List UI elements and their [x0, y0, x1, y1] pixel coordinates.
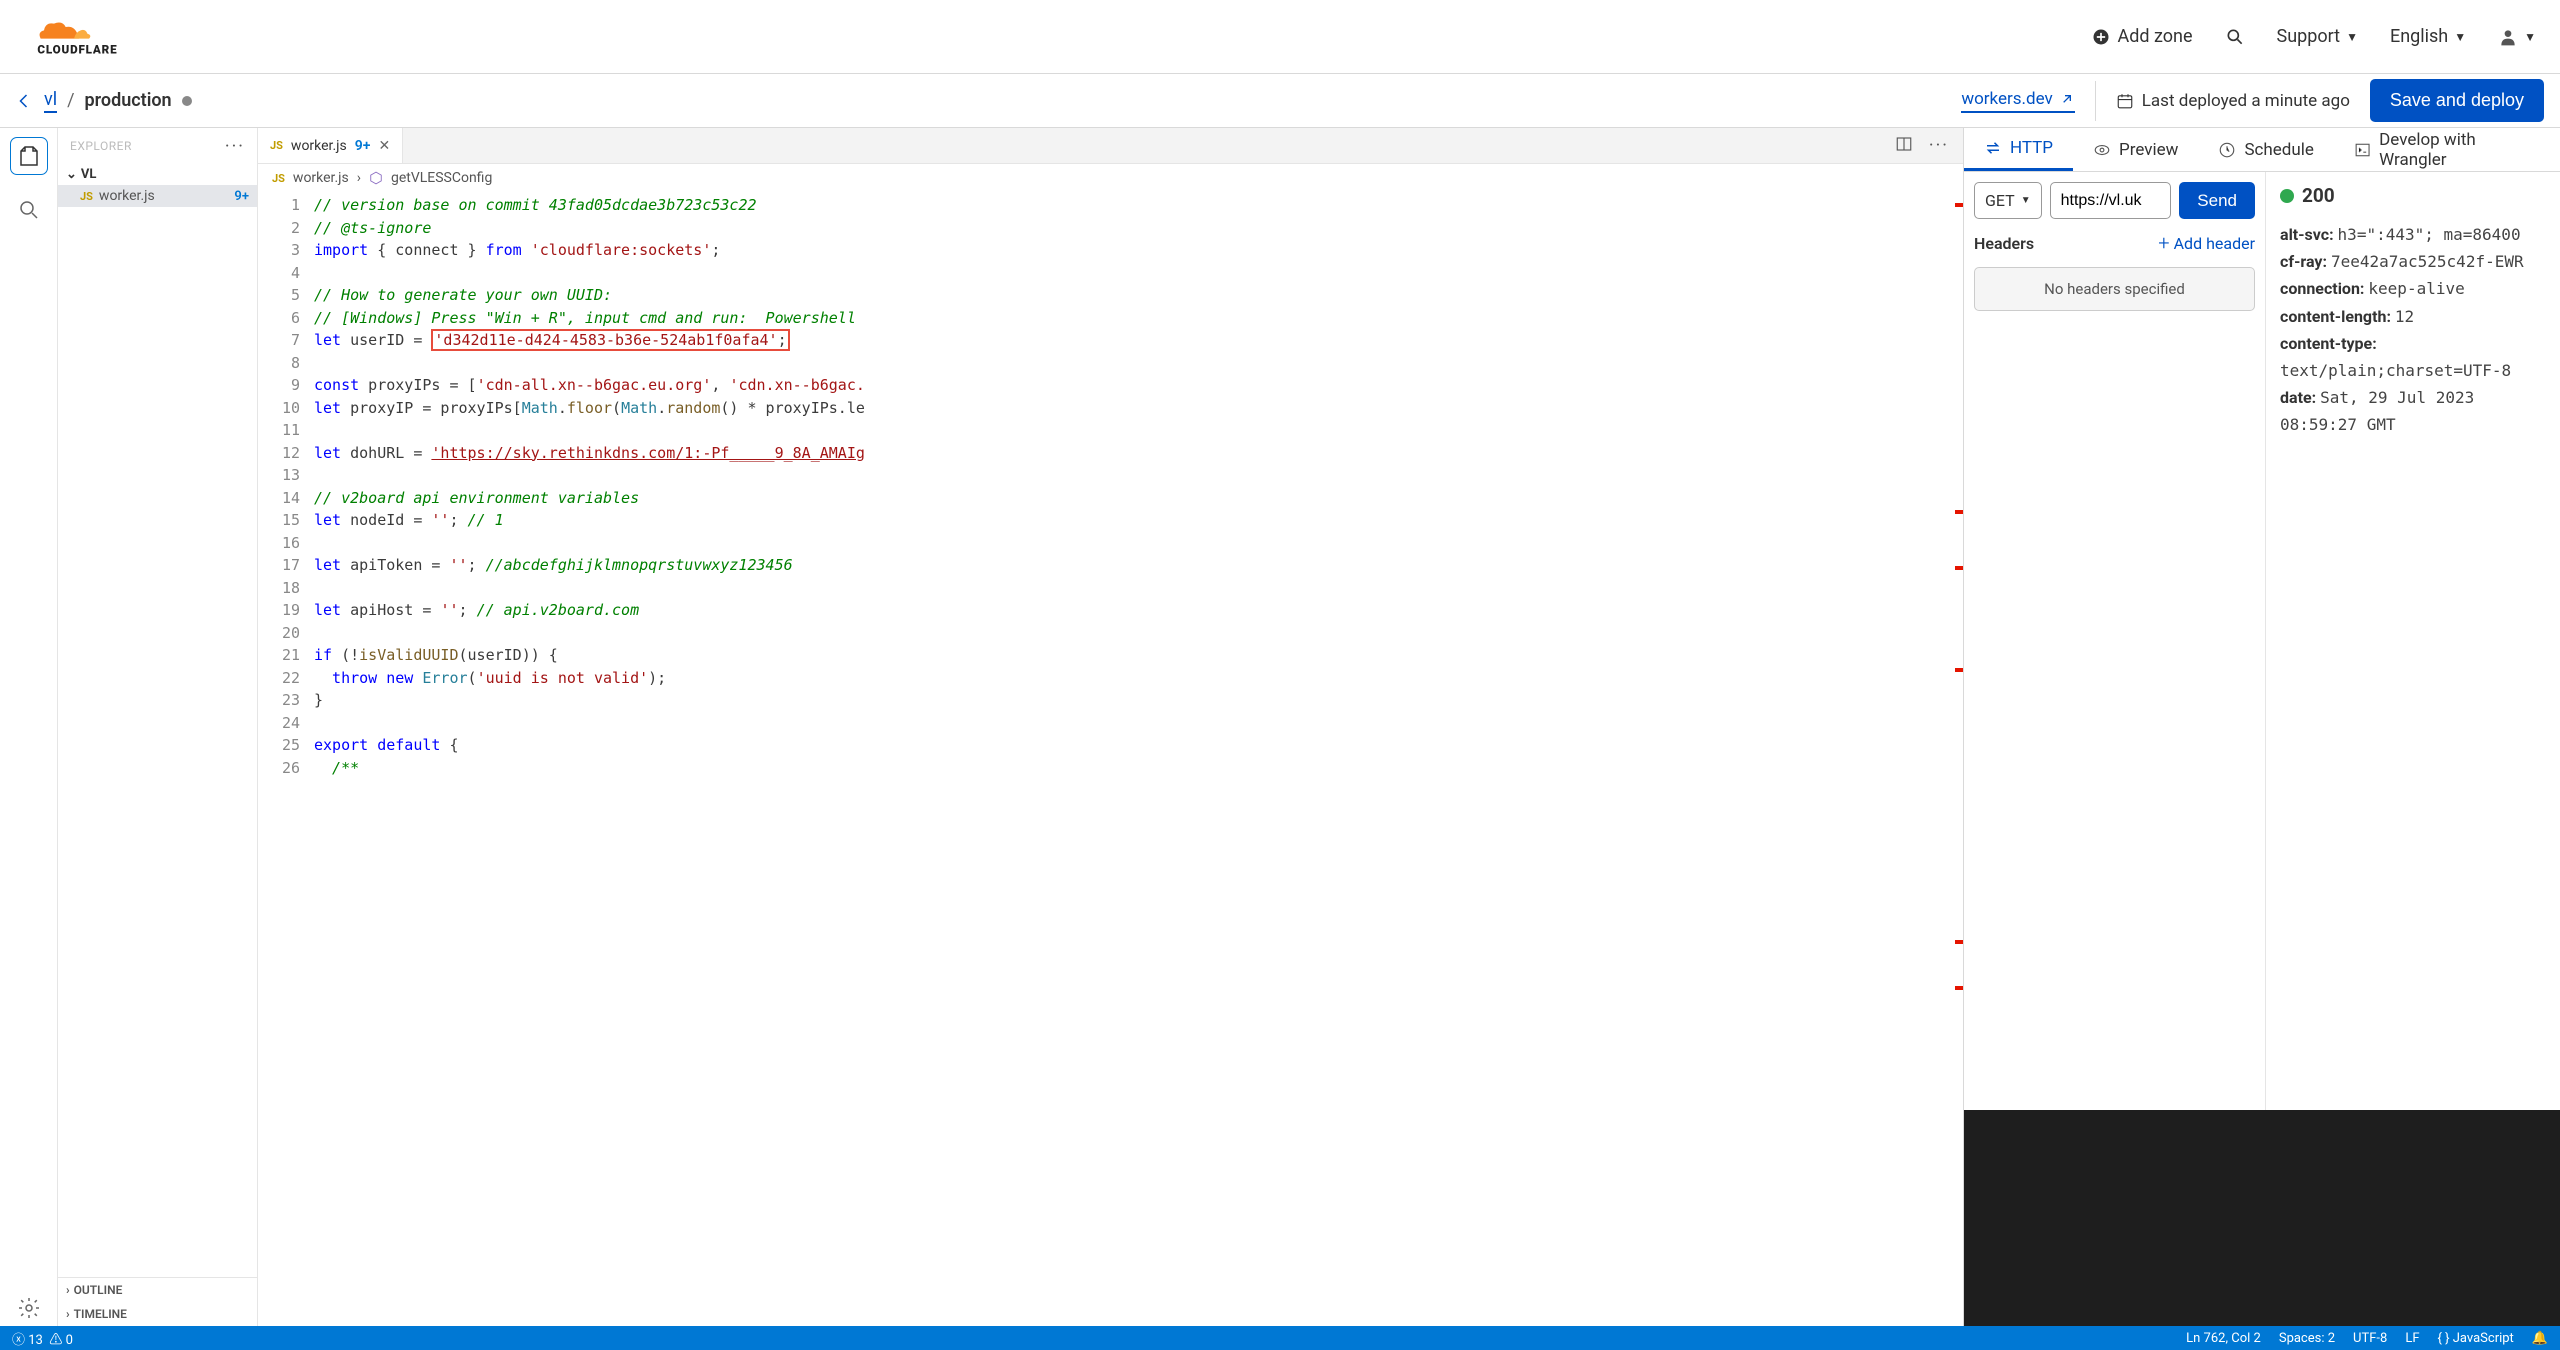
- close-icon[interactable]: ✕: [378, 138, 390, 154]
- chevron-down-icon: ▼: [2454, 30, 2466, 44]
- url-input[interactable]: [2050, 182, 2172, 219]
- chevron-right-icon: ›: [66, 1307, 70, 1321]
- eol-status[interactable]: LF: [2405, 1331, 2419, 1346]
- search-activity-icon[interactable]: [11, 192, 47, 228]
- editor-tab-bar: JS worker.js 9+ ✕ ···: [258, 128, 1963, 164]
- symbol-method-icon: [369, 171, 383, 185]
- headers-label: Headers: [1974, 234, 2034, 253]
- breadcrumb-bar: vl / production workers.dev Last deploye…: [0, 74, 2560, 128]
- timeline-section[interactable]: ›TIMELINE: [58, 1302, 257, 1326]
- search-icon: [2225, 27, 2245, 47]
- more-icon[interactable]: ···: [1929, 135, 1949, 156]
- sidebar-title: EXPLORER: [70, 139, 132, 153]
- devtools-panel: HTTP Preview Schedule Develop with Wrang…: [1964, 128, 2560, 1326]
- plus-icon: +: [2158, 231, 2169, 255]
- editor-breadcrumb[interactable]: JS worker.js › getVLESSConfig: [258, 164, 1963, 192]
- editor-tab-worker[interactable]: JS worker.js 9+ ✕: [258, 128, 403, 163]
- wrangler-tab[interactable]: Develop with Wrangler: [2334, 128, 2560, 171]
- sidebar-more-icon[interactable]: ···: [225, 136, 245, 157]
- response-status: 200: [2280, 184, 2546, 207]
- breadcrumb-project-link[interactable]: vl: [44, 89, 57, 113]
- breadcrumb: vl / production: [16, 89, 192, 113]
- status-bar: ⓧ 13 ⚠ 0 Ln 762, Col 2 Spaces: 2 UTF-8 L…: [0, 1326, 2560, 1350]
- plus-circle-icon: [2091, 27, 2111, 47]
- deploy-status: Last deployed a minute ago: [2116, 91, 2350, 111]
- top-nav: CLOUDFLARE Add zone Support▼ English▼ ▼: [0, 0, 2560, 74]
- external-link-icon: [2059, 91, 2075, 107]
- explorer-sidebar: EXPLORER ··· ⌄ VL JS worker.js 9+ ›OUTLI…: [58, 128, 258, 1326]
- breadcrumb-current: production: [85, 90, 172, 111]
- calendar-icon: [2116, 92, 2134, 110]
- tree-file-worker[interactable]: JS worker.js 9+: [58, 185, 257, 207]
- search-button[interactable]: [2225, 27, 2245, 47]
- chevron-right-icon: ›: [66, 1283, 70, 1297]
- error-icon: ⓧ: [12, 1333, 25, 1348]
- language-status[interactable]: { } JavaScript: [2438, 1331, 2514, 1346]
- preview-tab[interactable]: Preview: [2073, 128, 2198, 171]
- outline-section[interactable]: ›OUTLINE: [58, 1278, 257, 1302]
- response-headers: alt-svc: h3=":443"; ma=86400 cf-ray: 7ee…: [2280, 221, 2546, 439]
- user-icon: [2498, 27, 2518, 47]
- code-editor[interactable]: 1234567891011121314151617181920212223242…: [258, 192, 1963, 1326]
- svg-text:CLOUDFLARE: CLOUDFLARE: [37, 42, 117, 56]
- send-button[interactable]: Send: [2179, 182, 2255, 219]
- chevron-down-icon: ▼: [2021, 195, 2031, 206]
- js-file-icon: JS: [272, 172, 285, 185]
- no-headers-message: No headers specified: [1974, 267, 2255, 311]
- http-method-select[interactable]: GET▼: [1974, 182, 2042, 219]
- explorer-activity-icon[interactable]: [11, 138, 47, 174]
- js-file-icon: JS: [270, 139, 283, 152]
- eye-icon: [2093, 141, 2111, 159]
- http-tab[interactable]: HTTP: [1964, 128, 2073, 171]
- support-menu[interactable]: Support▼: [2277, 26, 2358, 47]
- swap-icon: [1984, 139, 2002, 157]
- user-menu[interactable]: ▼: [2498, 27, 2536, 47]
- console-panel[interactable]: [1964, 1110, 2560, 1326]
- unsaved-changes-indicator: [182, 96, 192, 106]
- back-arrow-icon[interactable]: [16, 92, 34, 110]
- overview-ruler: [1955, 192, 1963, 1326]
- clock-icon: [2218, 141, 2236, 159]
- add-header-button[interactable]: + Add header: [2158, 231, 2255, 255]
- cloudflare-logo[interactable]: CLOUDFLARE: [24, 17, 184, 57]
- encoding-status[interactable]: UTF-8: [2353, 1331, 2387, 1346]
- warning-icon: ⚠: [49, 1333, 62, 1348]
- js-file-icon: JS: [80, 190, 93, 203]
- cursor-position[interactable]: Ln 762, Col 2: [2186, 1331, 2261, 1346]
- split-editor-icon[interactable]: [1895, 135, 1913, 153]
- bell-icon[interactable]: 🔔: [2532, 1331, 2548, 1346]
- chevron-down-icon: ▼: [2346, 30, 2358, 44]
- request-panel: GET▼ Send Headers + Add header No header…: [1964, 172, 2266, 1110]
- problems-count[interactable]: ⓧ 13 ⚠ 0: [12, 1329, 73, 1348]
- tree-folder-root[interactable]: ⌄ VL: [58, 164, 257, 185]
- chevron-down-icon: ▼: [2524, 30, 2536, 44]
- indent-status[interactable]: Spaces: 2: [2279, 1331, 2335, 1346]
- workers-dev-link[interactable]: workers.dev: [1961, 89, 2074, 113]
- save-and-deploy-button[interactable]: Save and deploy: [2370, 79, 2544, 122]
- add-zone-button[interactable]: Add zone: [2091, 26, 2192, 47]
- devtools-tabs: HTTP Preview Schedule Develop with Wrang…: [1964, 128, 2560, 172]
- status-ok-icon: [2280, 189, 2294, 203]
- chevron-down-icon: ⌄: [66, 167, 77, 182]
- settings-activity-icon[interactable]: [11, 1290, 47, 1326]
- editor-area: JS worker.js 9+ ✕ ··· JS worker.js › get…: [258, 128, 1964, 1326]
- activity-bar: [0, 128, 58, 1326]
- terminal-icon: [2354, 141, 2371, 159]
- response-panel: 200 alt-svc: h3=":443"; ma=86400 cf-ray:…: [2266, 172, 2560, 1110]
- schedule-tab[interactable]: Schedule: [2198, 128, 2333, 171]
- language-menu[interactable]: English▼: [2390, 26, 2466, 47]
